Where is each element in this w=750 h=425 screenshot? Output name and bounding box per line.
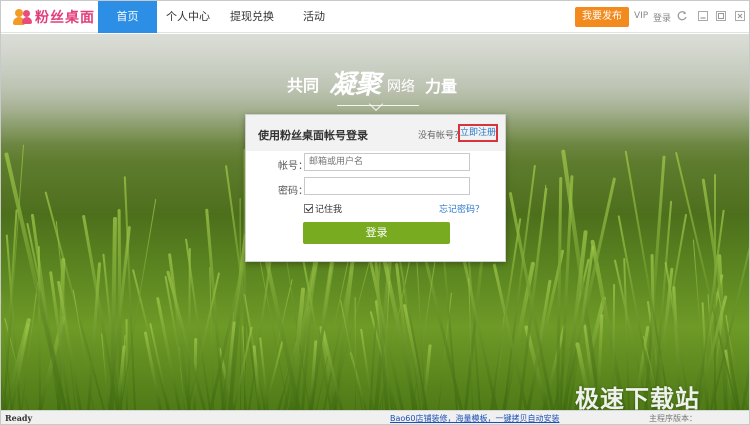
password-input[interactable] (304, 177, 470, 195)
remember-checkbox[interactable] (304, 204, 313, 213)
login-panel: 使用粉丝桌面帐号登录 没有帐号？ 立即注册 帐号： 密码： 记住我 忘记密码？ … (245, 114, 506, 262)
slogan-part-2: 凝聚 (329, 70, 382, 100)
slogan-part-1: 共同 (287, 76, 320, 95)
tab-activities[interactable]: 活动 (285, 1, 343, 33)
restore-icon[interactable] (715, 10, 727, 22)
no-account-text: 没有帐号？ (418, 131, 464, 141)
slogan-part-3: 网络 (387, 79, 415, 95)
tab-home[interactable]: 首页 (98, 1, 157, 33)
publish-button[interactable]: 我要发布 (575, 7, 629, 27)
fans-logo-icon (13, 8, 33, 26)
register-link[interactable]: 立即注册 (458, 124, 498, 142)
remember-me[interactable]: 记住我 (304, 202, 342, 215)
version-text: 主程序版本：1.1.0.082218093430 (649, 414, 697, 423)
login-header: 使用粉丝桌面帐号登录 没有帐号？ 立即注册 (246, 115, 505, 151)
vip-link[interactable]: VIP (634, 11, 648, 21)
site-watermark: 极速下载站 (575, 385, 700, 413)
app-window: 粉丝桌面 首页 个人中心 提现兑换 活动 我要发布 VIP 登录 共同 凝聚 网… (0, 0, 750, 425)
logo-text: 粉丝桌面 (35, 10, 95, 26)
main-nav: 首页 个人中心 提现兑换 活动 (98, 1, 343, 33)
grass-blade (1, 151, 4, 410)
close-icon[interactable] (734, 10, 746, 22)
refresh-icon[interactable] (676, 10, 688, 22)
account-input[interactable] (304, 153, 470, 171)
forgot-password-link[interactable]: 忘记密码？ (439, 202, 484, 215)
top-navigation-bar: 粉丝桌面 首页 个人中心 提现兑换 活动 我要发布 VIP 登录 (1, 1, 749, 33)
login-submit-button[interactable]: 登录 (303, 222, 450, 244)
status-ad-link[interactable]: Bao60店铺装修，海量模板，一键拷贝自动安装 (390, 413, 559, 424)
grass-blade (714, 173, 717, 410)
remember-label: 记住我 (315, 205, 343, 215)
tab-withdraw-exchange[interactable]: 提现兑换 (219, 1, 285, 33)
minimize-icon[interactable] (697, 10, 709, 22)
status-ready-text: Ready (5, 413, 33, 423)
tab-personal-center[interactable]: 个人中心 (157, 1, 219, 33)
status-bar: Ready Bao60店铺装修，海量模板，一键拷贝自动安装 主程序版本：1.1.… (1, 410, 749, 424)
app-logo: 粉丝桌面 (13, 7, 95, 27)
login-title: 使用粉丝桌面帐号登录 (258, 129, 368, 142)
top-login-link[interactable]: 登录 (653, 11, 671, 24)
slogan-part-4: 力量 (425, 77, 458, 96)
